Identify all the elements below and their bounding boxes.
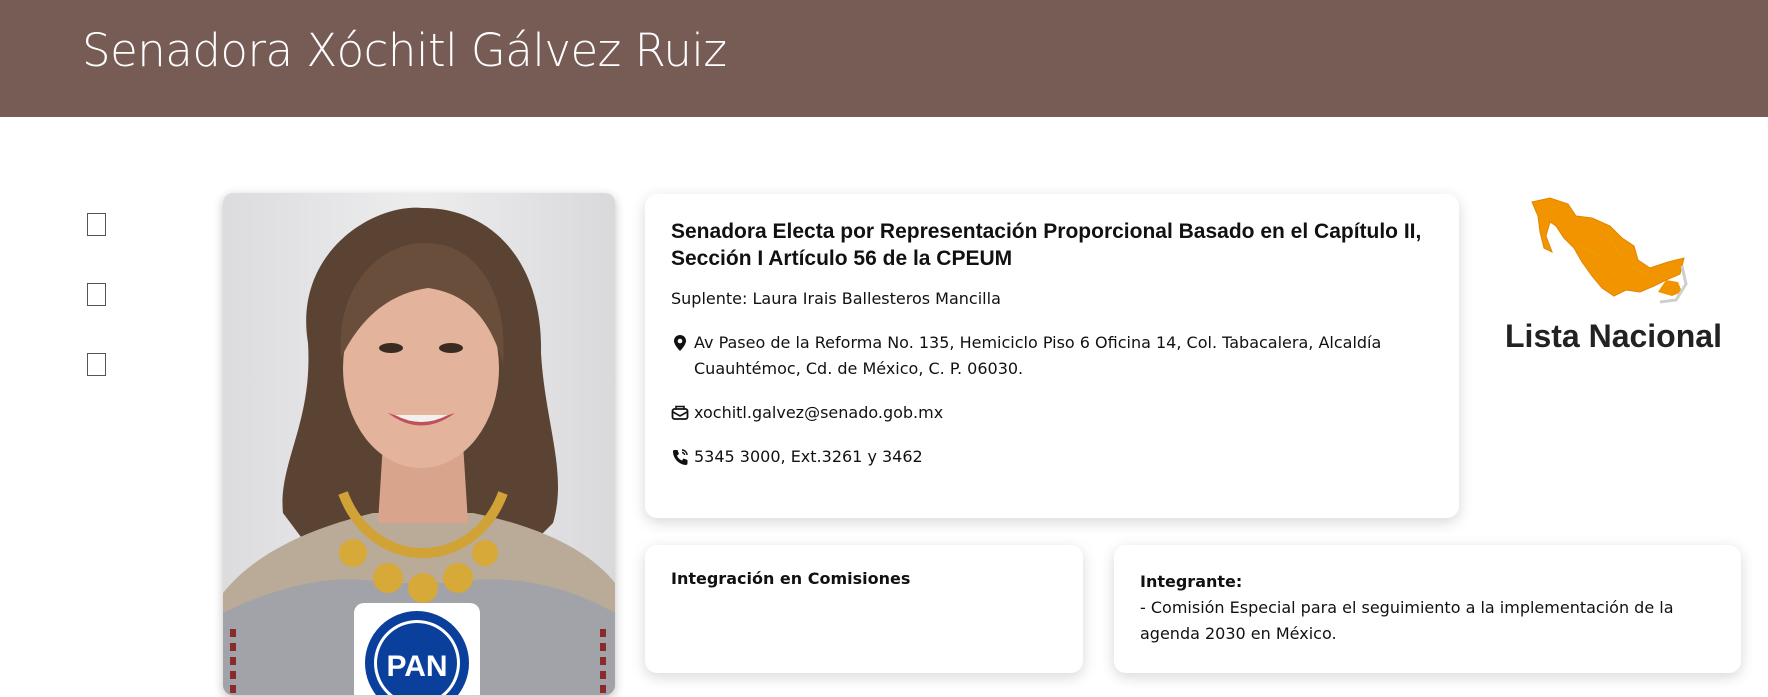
address-text: Av Paseo de la Reforma No. 135, Hemicicl… [694, 333, 1382, 378]
page-header: Senadora Xóchitl Gálvez Ruiz [0, 0, 1768, 117]
party-logo-text: PAN [386, 650, 447, 683]
senator-position-heading: Senadora Electa por Representación Propo… [671, 220, 1422, 270]
senator-portrait-image: PAN [223, 193, 615, 695]
instagram-icon[interactable] [87, 353, 106, 376]
phone-row: 5345 3000, Ext.3261 y 3462 [671, 444, 1433, 470]
lista-nacional-label: Lista Nacional [1505, 318, 1722, 354]
comisiones-title: Integración en Comisiones [671, 569, 911, 588]
email-row: xochitl.galvez@senado.gob.mx [671, 400, 1433, 426]
comision-item: - Comisión Especial para el seguimiento … [1140, 598, 1674, 643]
mail-box-icon [671, 405, 689, 420]
phone-text: 5345 3000, Ext.3261 y 3462 [694, 447, 923, 466]
facebook-icon[interactable] [87, 213, 106, 236]
email-link[interactable]: xochitl.galvez@senado.gob.mx [694, 400, 943, 426]
integrante-label: Integrante: [1140, 572, 1243, 591]
integrante-card: Integrante: - Comisión Especial para el … [1114, 545, 1741, 673]
comisiones-card: Integración en Comisiones [645, 545, 1083, 673]
phone-icon [673, 449, 688, 465]
senator-info-card: Senadora Electa por Representación Propo… [645, 194, 1459, 518]
twitter-icon[interactable] [87, 283, 106, 306]
page-title: Senadora Xóchitl Gálvez Ruiz [82, 24, 727, 77]
address-row: Av Paseo de la Reforma No. 135, Hemicicl… [671, 330, 1433, 382]
mexico-map-icon [1531, 197, 1688, 304]
map-marker-icon [674, 335, 686, 351]
senator-photo: PAN [223, 193, 615, 695]
suplente-text: Suplente: Laura Irais Ballesteros Mancil… [671, 289, 1001, 308]
